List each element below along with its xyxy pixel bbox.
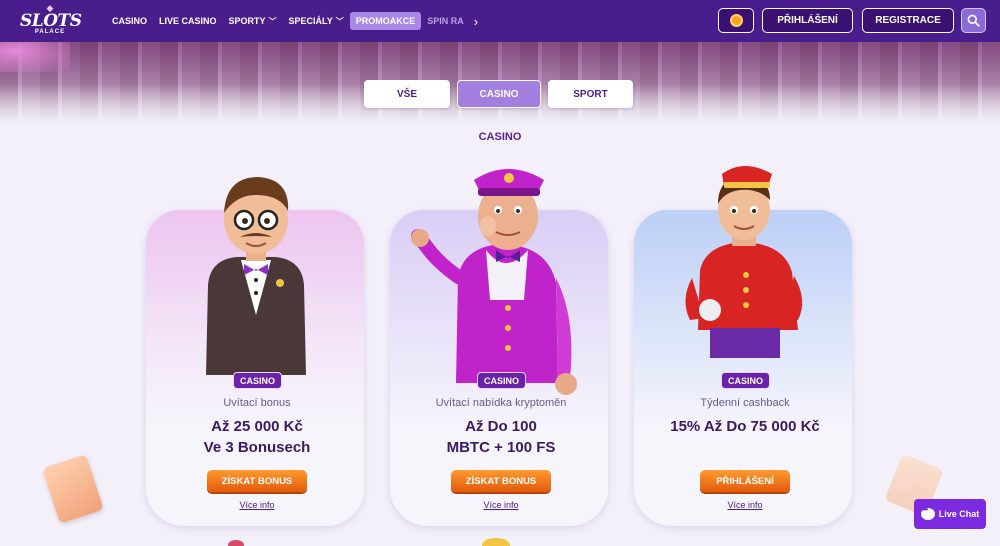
nav-promoakce[interactable]: PROMOAKCE <box>349 12 422 30</box>
main-nav: CASINO LIVE CASINO SPORTY ﹀ SPECIÁLY ﹀ PRO… <box>106 0 478 42</box>
phone-card-illustration <box>42 454 104 524</box>
card-headline-1: Až 25 000 Kč <box>211 418 303 435</box>
chevron-right-icon[interactable]: › <box>474 14 478 29</box>
coin-decoration <box>482 538 510 546</box>
decoration-blob <box>228 540 244 546</box>
card-subtitle: Týdenní cashback <box>700 397 790 409</box>
login-button[interactable]: PŘIHLÁŠENÍ <box>762 8 853 33</box>
nav-label: SPECIÁLY <box>288 16 333 26</box>
card-headline-1: Až Do 100 <box>465 418 537 435</box>
card-subtitle: Uvítací nabídka kryptoměn <box>435 397 567 409</box>
nav-specialy[interactable]: SPECIÁLY ﹀ <box>283 12 350 30</box>
nav-label: CASINO <box>112 16 148 26</box>
live-chat-button[interactable]: Live Chat <box>914 499 986 529</box>
coin-icon <box>729 14 743 27</box>
nav-label: LIVE CASINO <box>159 16 217 26</box>
login-cta-button[interactable]: PŘIHLÁŠENÍ <box>700 470 790 492</box>
chevron-down-icon: ﹀ <box>335 16 344 26</box>
chevron-down-icon: ﹀ <box>268 16 277 26</box>
card-badge: CASINO <box>721 372 771 389</box>
more-info-link[interactable]: Více info <box>392 500 610 510</box>
chat-bubble-icon <box>920 505 935 520</box>
nav-casino[interactable]: CASINO <box>106 12 153 30</box>
nav-label: SPORTY <box>228 16 266 26</box>
more-info-link[interactable]: Více info <box>148 500 366 510</box>
nav-label: PROMOAKCE <box>355 16 416 26</box>
card-subtitle: Uvítací bonus <box>223 397 291 409</box>
section-title: CASINO <box>478 131 522 143</box>
live-chat-label: Live Chat <box>938 509 980 519</box>
register-button[interactable]: REGISTRACE <box>862 8 954 33</box>
nav-label: SPIN RA <box>427 16 464 26</box>
card-headline-2: Ve 3 Bonusech <box>203 439 311 456</box>
nav-live-casino[interactable]: LIVE CASINO <box>153 12 223 30</box>
card-badge: CASINO <box>233 372 283 389</box>
nav-spin-ra[interactable]: SPIN RA <box>421 12 470 30</box>
card-badge: CASINO <box>477 372 527 389</box>
get-bonus-button[interactable]: ZÍSKAT BONUS <box>207 470 307 492</box>
more-info-link[interactable]: Více info <box>636 500 854 510</box>
tab-casino[interactable]: CASINO <box>457 80 541 108</box>
tab-sport[interactable]: SPORT <box>548 80 633 108</box>
site-logo[interactable]: ◆ SLOTS PALACE <box>20 4 82 38</box>
nav-sporty[interactable]: SPORTY ﹀ <box>223 12 283 30</box>
tab-all[interactable]: VŠE <box>364 80 450 108</box>
get-bonus-button[interactable]: ZÍSKAT BONUS <box>451 470 551 492</box>
banner-glow <box>0 42 70 72</box>
gentleman-character-illustration <box>206 177 306 375</box>
card-headline-1: 15% Až Do 75 000 Kč <box>670 418 820 435</box>
bellboy-character-illustration <box>685 166 803 358</box>
top-header: ◆ SLOTS PALACE CASINO LIVE CASINO SPORTY… <box>0 0 1000 42</box>
search-button[interactable] <box>961 8 986 33</box>
coin-button[interactable] <box>718 8 754 33</box>
doorman-character-illustration <box>411 169 577 395</box>
card-headline-2: MBTC + 100 FS <box>446 439 556 456</box>
logo-main: SLOTS <box>20 11 82 31</box>
search-icon <box>967 14 980 27</box>
